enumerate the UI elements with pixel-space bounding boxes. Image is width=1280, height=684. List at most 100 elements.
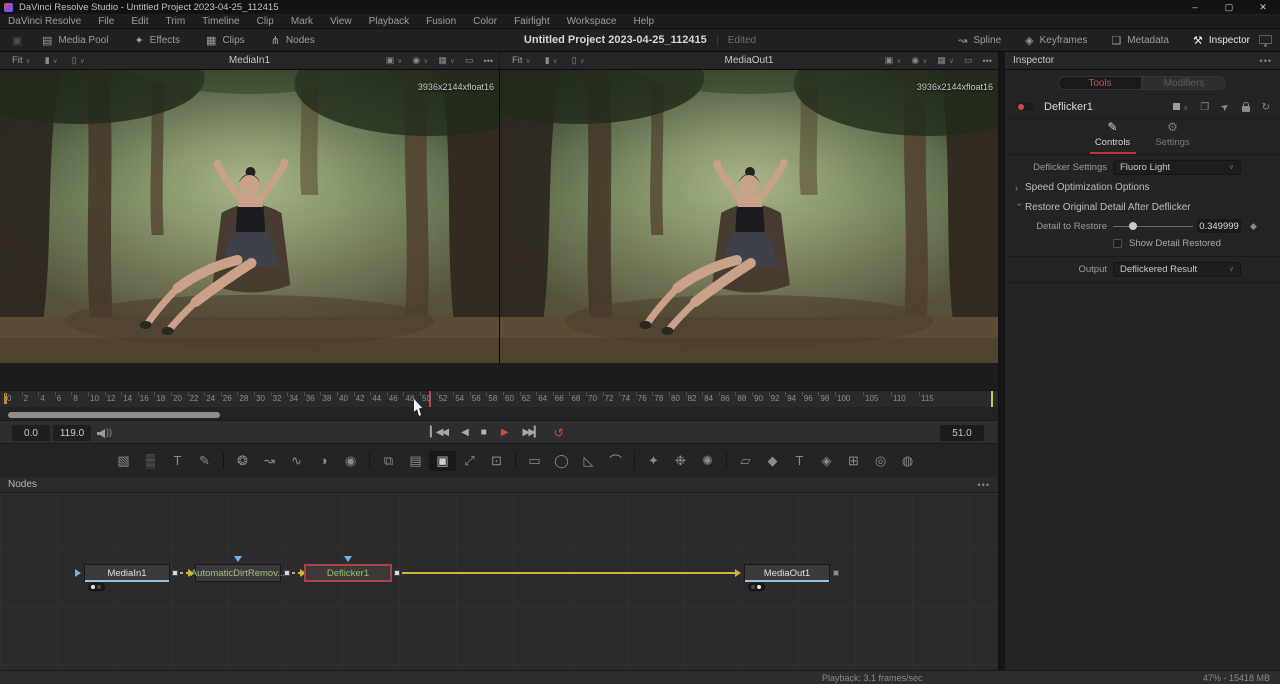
hue-curves-icon[interactable]: ∿ [283, 453, 310, 469]
menu-view[interactable]: View [330, 16, 352, 27]
node-mediaout1[interactable]: MediaOut1 [744, 564, 830, 582]
menu-davinci-resolve[interactable]: DaVinci Resolve [8, 16, 81, 27]
polygon-mask-icon[interactable]: ◺ [575, 453, 602, 469]
subtab-settings[interactable]: ⚙ Settings [1150, 120, 1196, 154]
resize-icon[interactable]: ⤢ [456, 453, 483, 469]
mediain-thumb-toggle[interactable] [88, 583, 105, 591]
left-viewer-options-icon[interactable]: ••• [484, 56, 493, 66]
adr-output-square[interactable] [284, 570, 290, 576]
right-viewer-lut-dropdown[interactable]: ◉ ∨ [911, 55, 927, 66]
stop-button[interactable]: ■ [481, 428, 487, 438]
background-icon[interactable]: ▧ [110, 453, 137, 469]
camera-3d-icon[interactable]: ◎ [867, 453, 894, 469]
node-graph[interactable]: MediaIn1 AutomaticDirtRemov... Deflicker… [0, 493, 1000, 670]
menu-fusion[interactable]: Fusion [426, 16, 456, 27]
left-viewer-lut-dropdown[interactable]: ◉ ∨ [412, 55, 428, 66]
menu-color[interactable]: Color [473, 16, 497, 27]
color-tool-icon[interactable]: ▣ [429, 451, 456, 471]
menu-trim[interactable]: Trim [166, 16, 186, 27]
metadata-button[interactable]: ❏Metadata [1111, 34, 1169, 47]
right-viewer-ab-buffer-dropdown[interactable]: ▮ ∨ [545, 55, 558, 66]
keyframe-diamond-icon[interactable]: ◆ [1250, 221, 1257, 232]
inspector-options-icon[interactable]: ••• [1260, 56, 1272, 66]
loop-button[interactable]: ↺ [554, 427, 564, 439]
left-viewer-zoom-dropdown[interactable]: Fit ∨ [12, 55, 31, 66]
brightness-contrast-icon[interactable]: ◑ [310, 453, 337, 468]
speed-optimization-section[interactable]: › Speed Optimization Options [1005, 182, 1280, 193]
left-viewer-channel-dropdown[interactable]: ▯ ∨ [72, 55, 85, 66]
menu-mark[interactable]: Mark [291, 16, 313, 27]
detail-to-restore-slider[interactable] [1113, 219, 1193, 233]
right-viewer-guides-dropdown[interactable]: ▦ ∨ [937, 55, 954, 66]
play-forward-button[interactable]: ▶ [501, 428, 509, 438]
particle-emitter-icon[interactable]: ✦ [640, 453, 667, 469]
deflicker-settings-dropdown[interactable]: Fluoro Light ∨ [1113, 160, 1241, 175]
range-out-field[interactable]: 119.0 [53, 425, 91, 441]
node-automaticdirtremoval[interactable]: AutomaticDirtRemov... [195, 564, 281, 582]
clean-feed-monitor-icon[interactable] [1259, 35, 1272, 44]
mediaout-output-square[interactable] [833, 570, 839, 576]
play-reverse-button[interactable]: ◀ [461, 428, 467, 438]
mediain-output-square[interactable] [172, 570, 178, 576]
text-icon[interactable]: T [164, 453, 191, 468]
bspline-mask-icon[interactable]: ⌒ [602, 451, 629, 470]
cube-3d-icon[interactable]: ⊞ [840, 453, 867, 469]
show-detail-restored-checkbox[interactable] [1113, 239, 1122, 248]
tab-tools[interactable]: Tools [1058, 76, 1142, 90]
right-viewer-expand-icon[interactable]: ▭ [964, 55, 973, 66]
menu-clip[interactable]: Clip [257, 16, 274, 27]
range-in-field[interactable]: 0.0 [12, 425, 50, 441]
maximize-button[interactable]: ▢ [1212, 0, 1246, 14]
reset-icon[interactable]: ↻ [1262, 102, 1270, 113]
mediaout-thumb-toggle[interactable] [748, 583, 765, 591]
left-viewer-canvas[interactable]: 3936x2144xfloat16 [0, 70, 499, 363]
menu-help[interactable]: Help [633, 16, 654, 27]
inspector-button[interactable]: ⚒Inspector [1193, 34, 1250, 47]
rectangle-mask-icon[interactable]: ▭ [521, 453, 548, 469]
clips-button[interactable]: ▦Clips [206, 34, 245, 47]
nodes-button[interactable]: ⋔Nodes [271, 34, 315, 47]
menu-playback[interactable]: Playback [369, 16, 410, 27]
spline-button[interactable]: ↝Spline [958, 34, 1001, 47]
effects-button[interactable]: ✦Effects [134, 34, 180, 47]
menu-timeline[interactable]: Timeline [202, 16, 239, 27]
audio-mute-icon[interactable]: )) [97, 428, 113, 439]
menu-fairlight[interactable]: Fairlight [514, 16, 550, 27]
node-enable-toggle[interactable] [1017, 103, 1033, 111]
timeline-scrollbar[interactable] [8, 412, 220, 418]
slider-knob[interactable] [1129, 222, 1137, 230]
paint-icon[interactable]: ✎ [191, 453, 218, 469]
color-curves-icon[interactable]: ↝ [256, 453, 283, 469]
go-to-start-button[interactable]: ▎◀◀ [430, 428, 447, 438]
pin-icon[interactable]: ➤ [1219, 100, 1232, 114]
interface-toggle-icon[interactable]: ▣ [12, 34, 22, 47]
node-color-swatch-dropdown[interactable]: ∨ [1173, 102, 1188, 113]
timeline-ruler[interactable]: 0246810121416182022242628303234363840424… [0, 390, 1000, 407]
left-viewer-guides-dropdown[interactable]: ▦ ∨ [438, 55, 455, 66]
node-mediain1[interactable]: MediaIn1 [84, 564, 170, 582]
go-to-end-button[interactable]: ▶▶▎ [523, 428, 540, 438]
merge-3d-icon[interactable]: ◈ [813, 453, 840, 469]
right-viewer-canvas[interactable]: 3936x2144xfloat16 [500, 70, 998, 363]
output-dropdown[interactable]: Deflickered Result ∨ [1113, 262, 1241, 277]
left-viewer-ab-buffer-dropdown[interactable]: ▮ ∨ [45, 55, 58, 66]
nodes-options-icon[interactable]: ••• [978, 480, 990, 490]
fast-noise-icon[interactable]: ▒ [137, 453, 164, 468]
particle-render-icon[interactable]: ✺ [694, 453, 721, 469]
menu-file[interactable]: File [98, 16, 114, 27]
minimize-button[interactable]: – [1178, 0, 1212, 14]
versions-icon[interactable]: ❐ [1200, 102, 1209, 113]
detail-to-restore-value[interactable]: 0.349999 [1197, 219, 1241, 233]
current-frame-field[interactable]: 51.0 [940, 425, 984, 441]
left-viewer-expand-icon[interactable]: ▭ [465, 55, 474, 66]
menu-edit[interactable]: Edit [131, 16, 148, 27]
transform-icon[interactable]: ⊡ [483, 453, 510, 469]
blur-icon[interactable]: ◉ [337, 453, 364, 469]
image-plane-3d-icon[interactable]: ▱ [732, 453, 759, 469]
renderer-3d-icon[interactable]: ◍ [894, 453, 921, 469]
restore-detail-section[interactable]: › Restore Original Detail After Deflicke… [1005, 202, 1280, 213]
deflicker-output-square[interactable] [394, 570, 400, 576]
right-viewer-channel-dropdown[interactable]: ▯ ∨ [572, 55, 585, 66]
right-viewer-options-icon[interactable]: ••• [983, 56, 992, 66]
subtab-controls[interactable]: ✎ Controls [1090, 120, 1136, 154]
